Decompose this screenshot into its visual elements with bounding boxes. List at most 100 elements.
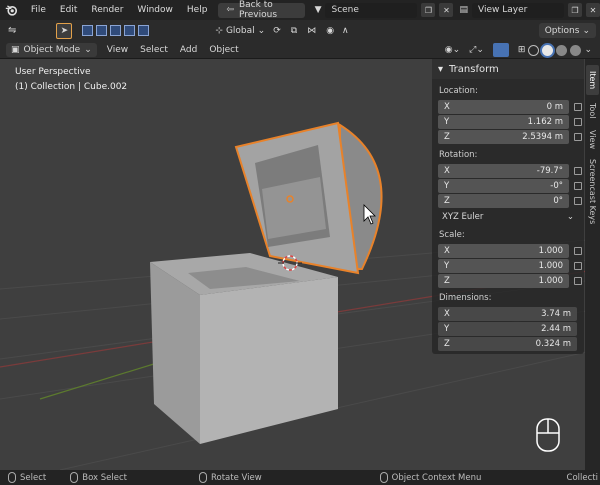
scale-x-field[interactable]: X 1.000 (438, 244, 569, 258)
pivot-icon[interactable]: ⟳ (273, 26, 281, 36)
scale-label: Scale: (439, 230, 465, 240)
menu-object[interactable]: Object (203, 45, 244, 55)
object-mode-dropdown[interactable]: ▣ Object Mode ⌄ (6, 42, 97, 57)
falloff-icon[interactable]: ∧ (342, 26, 349, 36)
lock-icon[interactable] (574, 182, 582, 190)
select-new-icon[interactable] (82, 25, 94, 36)
chevron-down-icon[interactable]: ⌄ (584, 45, 592, 55)
dimensions-y-field[interactable]: Y 2.44 m (438, 322, 577, 336)
viewport-perspective-label: User Perspective (15, 67, 91, 77)
scene-name-label: Scene (331, 5, 359, 15)
rotation-z-field[interactable]: Z 0° (438, 194, 569, 208)
menu-view[interactable]: View (101, 45, 134, 55)
lock-icon[interactable] (574, 262, 582, 270)
axis-label: Y (444, 324, 450, 334)
wireframe-shading-icon[interactable] (528, 44, 540, 56)
scene-name-field[interactable]: Scene (325, 2, 418, 18)
gizmo-icon[interactable]: ⤢⌄ (469, 45, 484, 55)
select-subtract-icon[interactable] (110, 25, 122, 36)
editor-type-icon[interactable]: ⇋ (8, 25, 16, 36)
mouse-middle-icon (198, 472, 207, 483)
dimensions-z-field[interactable]: Z 0.324 m (438, 337, 577, 351)
solid-shading-icon[interactable] (542, 44, 554, 56)
view-layer-icon[interactable]: ▤ (459, 5, 468, 15)
scene-new-icon[interactable]: ❐ (421, 3, 436, 17)
back-to-previous-button[interactable]: ⇦ Back to Previous (218, 0, 305, 20)
options-label: Options (544, 25, 580, 36)
menu-select[interactable]: Select (134, 45, 174, 55)
select-extend-icon[interactable] (96, 25, 108, 36)
menu-add[interactable]: Add (174, 45, 203, 55)
visibility-eye-icon[interactable]: ◉⌄ (445, 45, 460, 55)
chevron-down-icon: ⌄ (566, 212, 574, 222)
select-tool-button[interactable]: ➤ (56, 22, 73, 39)
material-shading-icon[interactable] (556, 44, 568, 56)
tab-item[interactable]: Item (586, 65, 599, 95)
tab-view[interactable]: View (586, 125, 599, 153)
lock-icon[interactable] (574, 247, 582, 255)
lock-icon[interactable] (574, 167, 582, 175)
view-layer-field[interactable]: View Layer (472, 2, 564, 18)
mouse-drag-icon (70, 472, 79, 483)
location-z-field[interactable]: Z 2.5394 m (438, 130, 569, 144)
view-layer-selector: ▤ View Layer ❐ ✕ (459, 2, 600, 18)
snap-icon[interactable]: ⧉ (291, 26, 297, 36)
menu-file[interactable]: File (24, 5, 53, 15)
select-invert-icon[interactable] (124, 25, 136, 36)
lock-icon[interactable] (574, 103, 582, 111)
proportional-edit-icon[interactable]: ◉ (326, 26, 334, 36)
selection-mode-group (82, 25, 150, 36)
chevron-down-icon: ⌄ (257, 25, 266, 36)
menu-edit[interactable]: Edit (53, 5, 84, 15)
rendered-shading-icon[interactable] (570, 44, 582, 56)
menu-render[interactable]: Render (84, 5, 130, 15)
menu-window[interactable]: Window (130, 5, 180, 15)
transform-orientation-dropdown[interactable]: ⊹ Global ⌄ (215, 26, 265, 36)
object-mode-icon: ▣ (11, 44, 20, 55)
field-value: 1.000 (538, 246, 563, 256)
location-y-field[interactable]: Y 1.162 m (438, 115, 569, 129)
overlay-toggle-icon[interactable] (492, 43, 509, 57)
status-collection-label: Collecti (566, 472, 598, 483)
location-label: Location: (439, 86, 478, 96)
rotation-y-field[interactable]: Y -0° (438, 179, 569, 193)
transform-panel-header[interactable]: ▾ Transform (432, 59, 584, 79)
view-layer-delete-icon[interactable]: ✕ (586, 3, 600, 17)
selected-lid (234, 121, 383, 275)
viewport-collection-label: (1) Collection | Cube.002 (15, 82, 128, 92)
dimensions-x-field[interactable]: X 3.74 m (438, 307, 577, 321)
axis-label: X (444, 246, 450, 256)
blender-logo-icon[interactable] (5, 2, 18, 18)
lock-icon[interactable] (574, 197, 582, 205)
dimensions-label: Dimensions: (439, 293, 492, 303)
tab-screencast-keys[interactable]: Screencast Keys (586, 155, 599, 229)
snap-target-icon[interactable]: ⋈ (307, 26, 316, 36)
axis-label: Z (444, 196, 450, 206)
lock-icon[interactable] (574, 118, 582, 126)
options-dropdown[interactable]: Options ⌄ (538, 23, 596, 38)
field-value: 2.5394 m (522, 132, 563, 142)
location-x-field[interactable]: X 0 m (438, 100, 569, 114)
select-intersect-icon[interactable] (138, 25, 150, 36)
view-layer-new-icon[interactable]: ❐ (568, 3, 582, 17)
field-value: -0° (550, 181, 563, 191)
rotation-mode-dropdown[interactable]: XYZ Euler ⌄ (438, 210, 578, 224)
rotation-x-field[interactable]: X -79.7° (438, 164, 569, 178)
menu-help[interactable]: Help (180, 5, 215, 15)
scene-selector: ▼ Scene ❐ ✕ (315, 2, 454, 18)
scene-icon[interactable]: ▼ (315, 5, 322, 15)
scale-y-field[interactable]: Y 1.000 (438, 259, 569, 273)
lock-icon[interactable] (574, 277, 582, 285)
mouse-indicator-icon (536, 418, 560, 452)
xray-icon[interactable]: ⊞ (518, 45, 526, 55)
chevron-down-icon: ⌄ (84, 44, 92, 55)
scene-delete-icon[interactable]: ✕ (439, 3, 454, 17)
collapse-triangle-icon: ▾ (438, 63, 444, 75)
field-value: 2.44 m (541, 324, 571, 334)
field-value: 0° (553, 196, 563, 206)
lock-icon[interactable] (574, 133, 582, 141)
field-value: 0 m (546, 102, 563, 112)
tab-tool[interactable]: Tool (586, 97, 599, 125)
cube-box (150, 253, 338, 444)
scale-z-field[interactable]: Z 1.000 (438, 274, 569, 288)
